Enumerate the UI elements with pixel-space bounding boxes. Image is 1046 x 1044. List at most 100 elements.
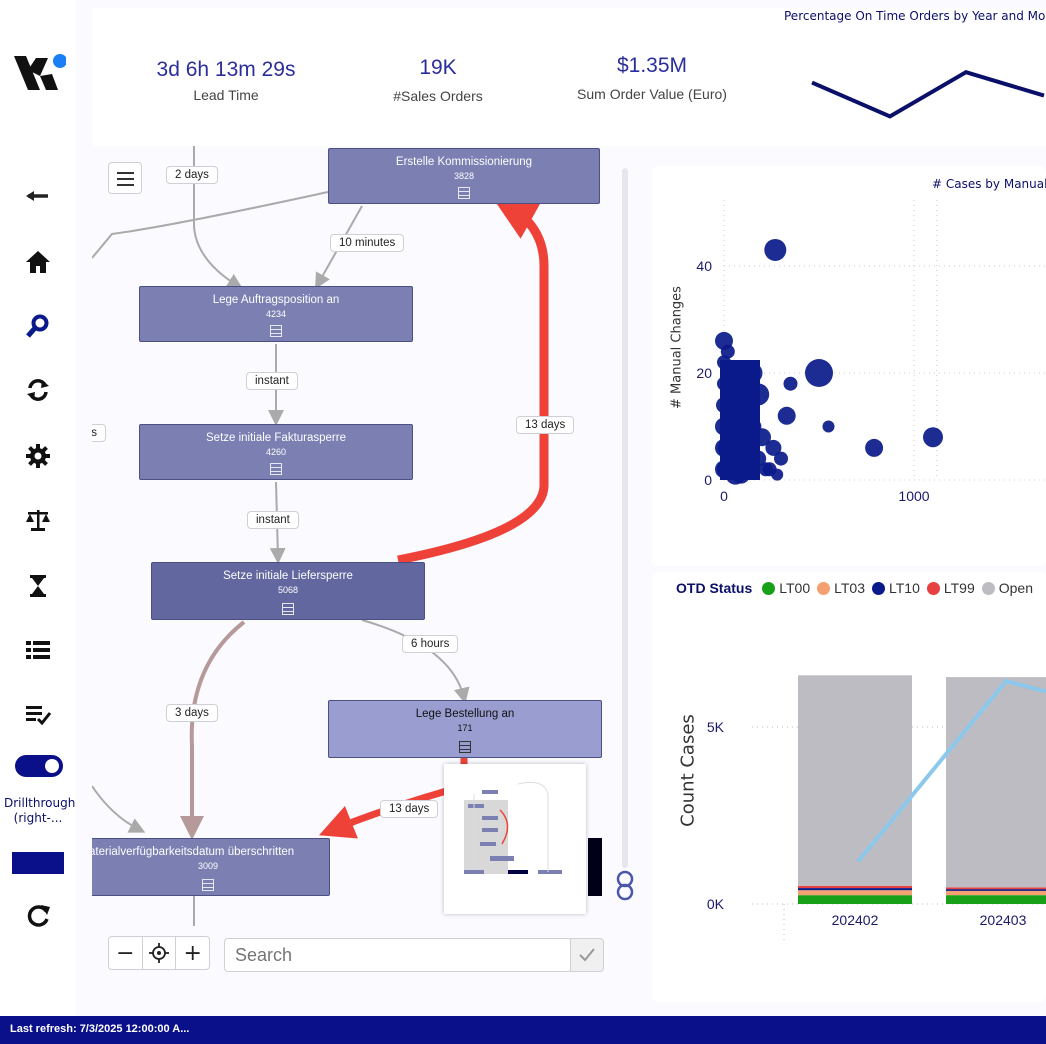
node-label: Lege Auftragsposition an [212,294,340,306]
scatter-ytick: 20 [696,365,712,381]
legend-item[interactable]: LT99 [926,580,975,596]
scatter-title: # Cases by Manual [932,177,1046,191]
search-input[interactable] [224,938,572,972]
drillthrough-label: Drillthrough (right-... [4,796,76,825]
link-icon[interactable] [612,870,638,902]
last-refresh-bar: Last refresh: 7/3/2025 12:00:00 A... [0,1016,1046,1044]
scatter-point [783,376,798,391]
home-icon[interactable] [18,244,58,280]
search-icon[interactable] [18,308,58,344]
node-count: 4234 [265,309,287,319]
process-node[interactable]: Erstelle Kommissionierung 3828 [328,148,600,204]
legend-item[interactable]: LT10 [871,580,920,596]
edge-label: 6 hours [402,635,459,653]
scatter-point-cluster [720,360,760,480]
minimap[interactable] [444,764,586,914]
node-label: aterialverfügbarkeitsdatum überschritten [92,846,295,858]
kpi-value: 3d 6h 13m 29s [156,58,296,81]
legend-item[interactable]: Open [981,580,1033,596]
combo-xtick: 202402 [832,912,879,928]
node-count: 3828 [453,171,475,181]
edge-highlight [397,197,549,565]
menu-button[interactable] [108,162,142,194]
drillthrough-button[interactable] [12,852,64,874]
table-icon [270,463,282,475]
node-count: 171 [457,723,473,733]
back-arrow-icon[interactable] [18,178,58,214]
edge-label: urs [92,424,106,442]
table-icon [459,741,471,753]
combo-ytick: 5K [707,719,725,735]
table-icon [282,603,294,615]
combo-bar-segment [946,887,1046,890]
combo-bar-segment [798,890,912,896]
kpi-label: Lead Time [193,87,259,103]
legend-item[interactable]: LT03 [817,580,865,596]
edge-label: 13 days [380,800,439,818]
recenter-icon[interactable] [143,937,177,969]
edge [180,620,246,840]
kpi-order-value: $1.35M Sum Order Value (Euro) [562,54,742,102]
scatter-point [865,438,884,457]
map-overflow-block [588,838,602,896]
hourglass-icon[interactable] [18,568,58,604]
kpi-label: Sum Order Value (Euro) [577,86,727,102]
edge-label: 3 days [166,704,218,722]
zoom-out-button[interactable]: − [109,937,143,969]
kpi-label: #Sales Orders [393,88,483,104]
scatter-point [715,331,733,350]
process-map-scrollbar[interactable] [622,168,628,868]
scatter-point [822,420,835,433]
node-label: Lege Bestellung an [415,708,515,720]
kpi-value: 19K [419,56,457,79]
scatter-point [764,238,787,261]
scatter-point [774,451,788,466]
process-node[interactable]: aterialverfügbarkeitsdatum überschritten… [92,838,330,896]
edge-label: 13 days [516,416,575,434]
combo-xtick: 202403 [980,912,1027,928]
dashboard: Drillthrough (right-... 3d 6h 13m 29s Le… [0,0,1046,1044]
node-label: Setze initiale Liefersperre [223,570,353,582]
scatter-point [777,406,796,425]
legend-title: OTD Status [676,580,753,596]
drillthrough-toggle[interactable] [15,755,63,777]
scatter-point [771,468,784,481]
legend-item[interactable]: LT00 [762,580,810,596]
pct-chart-title: Percentage On Time Orders by Year and Mo [784,9,1046,23]
edge-label: 10 minutes [330,234,405,252]
table-list-icon[interactable] [18,632,58,668]
gear-icon[interactable] [18,438,58,474]
combo-bar-segment [798,895,912,904]
table-icon [270,325,282,337]
sidebar: Drillthrough (right-... [0,0,76,1016]
search-submit-button[interactable] [570,938,604,972]
edge [92,191,329,259]
kpi-lead-time: 3d 6h 13m 29s Lead Time [136,58,316,103]
process-node[interactable]: Setze initiale Fakturasperre 4260 [139,424,413,480]
otd-combo-chart: 0K 5K 202402 202403 [707,675,1046,940]
otd-legend: OTD Status LT00 LT03 LT10 LT99 Open [676,580,1040,596]
combo-bar-segment [946,895,1046,904]
combo-bar-segment [946,889,1046,891]
node-count: 4260 [265,447,287,457]
node-count: 3009 [197,861,219,871]
edge-label: instant [247,511,299,529]
kpi-value: $1.35M [616,54,688,77]
process-node[interactable]: Lege Auftragsposition an 4234 [139,286,413,342]
edge [361,619,470,704]
edge-label: instant [246,372,298,390]
scatter-chart: 0 20 40 0 1000 [696,200,1046,504]
scale-icon[interactable] [18,502,58,538]
scatter-point [923,427,943,448]
edge [92,785,146,833]
reload-icon[interactable] [18,898,58,934]
process-node[interactable]: Lege Bestellung an 171 [328,700,602,758]
zoom-in-button[interactable]: + [176,937,209,969]
pct-line-chart [811,70,1045,119]
checklist-icon[interactable] [18,696,58,732]
scatter-ytick: 40 [696,258,712,274]
refresh-cycle-icon[interactable] [18,372,58,408]
combo-bar-segment [946,890,1046,896]
process-node[interactable]: Setze initiale Liefersperre 5068 [151,562,425,620]
edge-label: 2 days [166,166,218,184]
